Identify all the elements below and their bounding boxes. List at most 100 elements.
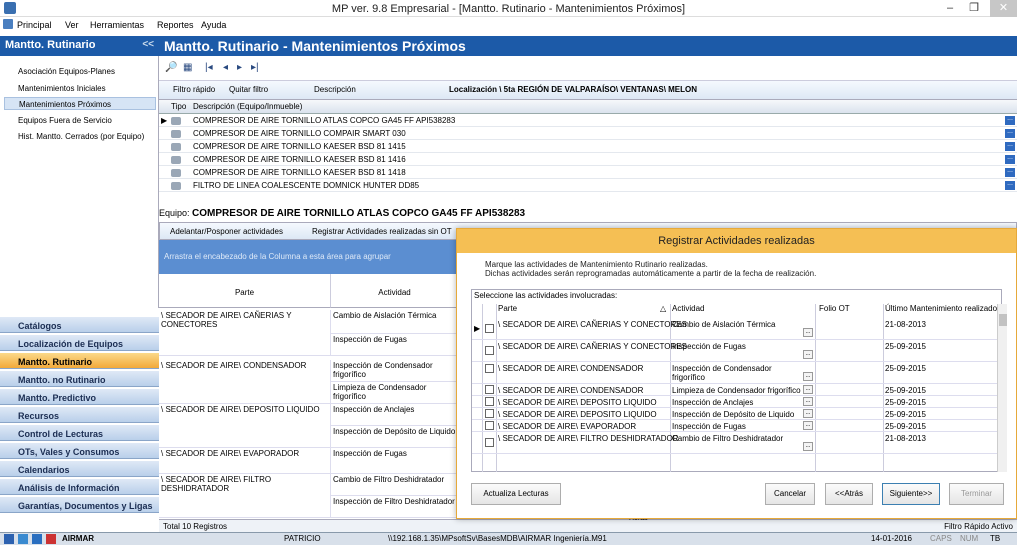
twitter-icon[interactable] [18, 534, 28, 544]
table-row[interactable]: COMPRESOR DE AIRE TORNILLO KAESER BSD 81… [159, 141, 1017, 153]
actividad-cell: Inspección de Fugas [672, 422, 746, 431]
grid-icon[interactable]: ▦ [183, 62, 192, 73]
folio-picker-button[interactable]: ... [803, 385, 813, 394]
sidebar-item-historial[interactable]: Hist. Mantto. Cerrados (por Equipo) [4, 130, 156, 143]
column-folio[interactable]: Folio OT [819, 304, 850, 318]
nav-analisis[interactable]: Análisis de Información [0, 478, 159, 495]
folio-picker-button[interactable]: ... [803, 350, 813, 359]
folio-picker-button[interactable]: ... [803, 442, 813, 451]
table-row[interactable]: \ SECADOR DE AIRE\ FILTRO DESHIDRATADOR C… [472, 432, 997, 454]
row-pointer-icon: ▶ [161, 116, 168, 125]
menu-ver[interactable]: Ver [65, 20, 79, 30]
cancel-button[interactable]: Cancelar [765, 483, 815, 505]
column-tipo[interactable]: Tipo [171, 102, 186, 111]
table-row[interactable]: \ SECADOR DE AIRE\ CAÑERIAS Y CONECTORES… [472, 340, 997, 362]
previous-record-button[interactable]: ◂ [223, 62, 228, 73]
navigation-toolbar: 🔎 ▦ |◂ ◂ ▸ ▸| [159, 56, 1017, 81]
row-menu-button[interactable]: ... [1005, 128, 1015, 138]
row-menu-button[interactable]: ... [1005, 180, 1015, 190]
youtube-icon[interactable] [46, 534, 56, 544]
row-menu-button[interactable]: ... [1005, 115, 1015, 125]
table-row[interactable]: \ SECADOR DE AIRE\ DEPOSITO LIQUIDO Inspe… [472, 408, 997, 420]
table-row[interactable]: \ SECADOR DE AIRE\ EVAPORADOR Inspección … [472, 420, 997, 432]
table-row[interactable]: COMPRESOR DE AIRE TORNILLO KAESER BSD 81… [159, 154, 1017, 166]
folio-picker-button[interactable]: ... [803, 372, 813, 381]
sidebar-list: Asociación Equipos-Planes Mantenimientos… [0, 56, 159, 308]
folio-picker-button[interactable]: ... [803, 328, 813, 337]
table-row[interactable]: \ SECADOR DE AIRE\ DEPOSITO LIQUIDO Inspe… [472, 396, 997, 408]
equipment-name: COMPRESOR DE AIRE TORNILLO ATLAS COPCO G… [193, 116, 456, 125]
first-record-button[interactable]: |◂ [205, 62, 213, 73]
sidebar-item-fuera-servicio[interactable]: Equipos Fuera de Servicio [4, 114, 156, 127]
finish-button[interactable]: Terminar [949, 483, 1004, 505]
column-parte[interactable]: Parte [159, 274, 331, 308]
row-menu-button[interactable]: ... [1005, 141, 1015, 151]
nav-calendarios[interactable]: Calendarios [0, 460, 159, 477]
vertical-scrollbar[interactable] [997, 304, 1007, 472]
nav-garantias[interactable]: Garantías, Documentos y Ligas [0, 496, 159, 513]
equipment-name: COMPRESOR DE AIRE TORNILLO KAESER BSD 81… [193, 168, 406, 177]
activity-checkbox[interactable] [485, 421, 494, 430]
row-menu-button[interactable]: ... [1005, 154, 1015, 164]
column-descripcion[interactable]: Descripción (Equipo/Inmueble) [193, 102, 302, 111]
update-readings-button[interactable]: Actualiza Lecturas [471, 483, 561, 505]
row-menu-button[interactable]: ... [1005, 167, 1015, 177]
menu-ayuda[interactable]: Ayuda [201, 20, 226, 30]
menu-herramientas[interactable]: Herramientas [90, 20, 144, 30]
table-row[interactable]: COMPRESOR DE AIRE TORNILLO COMPAIR SMART… [159, 128, 1017, 140]
activity-checkbox[interactable] [485, 324, 494, 333]
sidebar-item-asociacion[interactable]: Asociación Equipos-Planes [4, 65, 156, 78]
table-row[interactable]: ▶ \ SECADOR DE AIRE\ CAÑERIAS Y CONECTORE… [472, 318, 997, 340]
scrollbar-thumb[interactable] [999, 314, 1007, 326]
register-activities-button[interactable]: Registrar Actividades realizadas sin OT [312, 227, 452, 236]
back-button[interactable]: <<Atrás [825, 483, 873, 505]
close-button[interactable]: ✕ [990, 0, 1017, 17]
column-actividad[interactable]: Actividad [672, 304, 704, 318]
sidebar-item-proximos[interactable]: Mantenimientos Próximos [4, 97, 156, 110]
table-row[interactable]: \ SECADOR DE AIRE\ CONDENSADOR Inspección… [472, 362, 997, 384]
activity-checkbox[interactable] [485, 397, 494, 406]
table-row[interactable]: COMPRESOR DE AIRE TORNILLO KAESER BSD 81… [159, 167, 1017, 179]
activity-checkbox[interactable] [485, 438, 494, 447]
menu-principal[interactable]: Principal [17, 20, 52, 30]
nav-localizacion[interactable]: Localización de Equipos [0, 334, 159, 351]
search-icon[interactable]: 🔎 [165, 62, 177, 73]
last-record-button[interactable]: ▸| [251, 62, 259, 73]
column-parte[interactable]: Parte [498, 304, 517, 318]
nav-mantto-no-rutinario[interactable]: Mantto. no Rutinario [0, 370, 159, 387]
collapse-sidebar-button[interactable]: << [142, 39, 154, 50]
nav-ots-vales[interactable]: OTs, Vales y Consumos [0, 442, 159, 459]
parte-cell: \ SECADOR DE AIRE\ DEPOSITO LIQUIDO [498, 398, 657, 407]
folio-picker-button[interactable]: ... [803, 409, 813, 418]
folio-picker-button[interactable]: ... [803, 421, 813, 430]
maximize-button[interactable]: ❐ [962, 0, 986, 17]
nav-catalogos[interactable]: Catálogos [0, 316, 159, 333]
table-row[interactable]: FILTRO DE LINEA COALESCENTE DOMNICK HUNT… [159, 180, 1017, 192]
nav-recursos[interactable]: Recursos [0, 406, 159, 423]
fecha-cell: 25-09-2015 [885, 342, 926, 351]
next-record-button[interactable]: ▸ [237, 62, 242, 73]
next-button[interactable]: Siguiente>> [882, 483, 940, 505]
remove-filter-button[interactable]: Quitar filtro [229, 85, 268, 94]
menu-reportes[interactable]: Reportes [157, 20, 194, 30]
activity-checkbox[interactable] [485, 364, 494, 373]
postpone-activities-button[interactable]: Adelantar/Posponer actividades [170, 227, 283, 236]
column-actividad[interactable]: Actividad [331, 274, 459, 308]
nav-mantto-predictivo[interactable]: Mantto. Predictivo [0, 388, 159, 405]
sidebar-item-iniciales[interactable]: Mantenimientos Iniciales [4, 82, 156, 95]
activity-checkbox[interactable] [485, 385, 494, 394]
nav-control-lecturas[interactable]: Control de Lecturas [0, 424, 159, 441]
minimize-button[interactable]: – [938, 0, 962, 17]
column-ultimo[interactable]: Último Mantenimiento realizado [885, 304, 997, 318]
linkedin-icon[interactable] [32, 534, 42, 544]
activity-checkbox[interactable] [485, 409, 494, 418]
nav-mantto-rutinario[interactable]: Mantto. Rutinario [0, 352, 159, 369]
app-menu-icon[interactable] [3, 19, 13, 29]
quick-filter-button[interactable]: Filtro rápido [173, 85, 215, 94]
table-row[interactable]: \ SECADOR DE AIRE\ CONDENSADOR Limpieza d… [472, 384, 997, 396]
group-by-area[interactable]: Arrastra el encabezado de la Columna a e… [159, 240, 459, 274]
table-row[interactable]: ▶ COMPRESOR DE AIRE TORNILLO ATLAS COPCO … [159, 115, 1017, 127]
facebook-icon[interactable] [4, 534, 14, 544]
activity-checkbox[interactable] [485, 346, 494, 355]
folio-picker-button[interactable]: ... [803, 397, 813, 406]
